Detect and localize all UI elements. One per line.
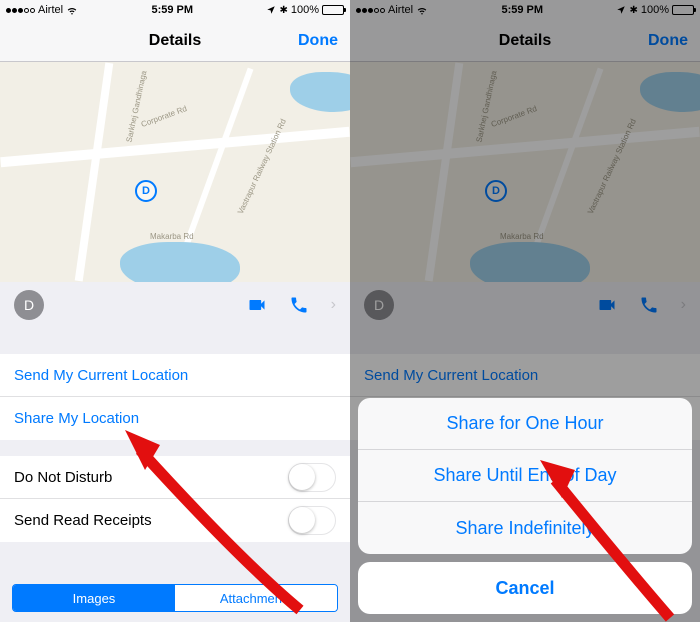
send-current-location-row[interactable]: Send My Current Location	[0, 354, 350, 397]
location-actions-list: Send My Current Location Share My Locati…	[0, 354, 350, 440]
cancel-button[interactable]: Cancel	[358, 562, 692, 614]
carrier-label: Airtel	[38, 4, 63, 16]
phone-icon[interactable]	[289, 295, 309, 315]
map-location-pin[interactable]: D	[135, 180, 157, 202]
battery-icon	[322, 5, 344, 15]
share-one-hour-button[interactable]: Share for One Hour	[358, 398, 692, 450]
nav-bar: Details Done	[0, 20, 350, 62]
segment-attachments[interactable]: Attachments	[175, 585, 337, 611]
read-receipts-row[interactable]: Send Read Receipts	[0, 499, 350, 542]
page-title: Details	[149, 32, 201, 50]
share-indefinitely-button[interactable]: Share Indefinitely	[358, 502, 692, 554]
phone-left: Airtel 5:59 PM ✱ 100% Details Done Sarkh…	[0, 0, 350, 622]
segmented-control[interactable]: Images Attachments	[12, 584, 338, 612]
status-time: 5:59 PM	[151, 4, 193, 16]
segment-images[interactable]: Images	[13, 585, 175, 611]
toggles-list: Do Not Disturb Send Read Receipts	[0, 456, 350, 542]
contact-row[interactable]: D ›	[0, 282, 350, 328]
video-icon[interactable]	[247, 295, 267, 315]
status-bar: Airtel 5:59 PM ✱ 100%	[0, 0, 350, 20]
signal-dots	[6, 8, 35, 13]
phone-right: Airtel 5:59 PM ✱ 100% Details Done Sarkh…	[350, 0, 700, 622]
dnd-row[interactable]: Do Not Disturb	[0, 456, 350, 499]
share-end-of-day-button[interactable]: Share Until End of Day	[358, 450, 692, 502]
share-action-sheet: Share for One Hour Share Until End of Da…	[358, 398, 692, 614]
chevron-right-icon: ›	[331, 296, 336, 314]
map-view[interactable]: Sarkhej Gandhinaga Corporate Rd Vastrapu…	[0, 62, 350, 282]
done-button[interactable]: Done	[298, 32, 338, 50]
wifi-icon	[66, 4, 78, 16]
avatar: D	[14, 290, 44, 320]
read-receipts-toggle[interactable]	[288, 506, 336, 535]
battery-pct: 100%	[291, 4, 319, 16]
share-my-location-row[interactable]: Share My Location	[0, 397, 350, 440]
location-arrow-icon	[266, 5, 276, 15]
dnd-toggle[interactable]	[288, 463, 336, 492]
